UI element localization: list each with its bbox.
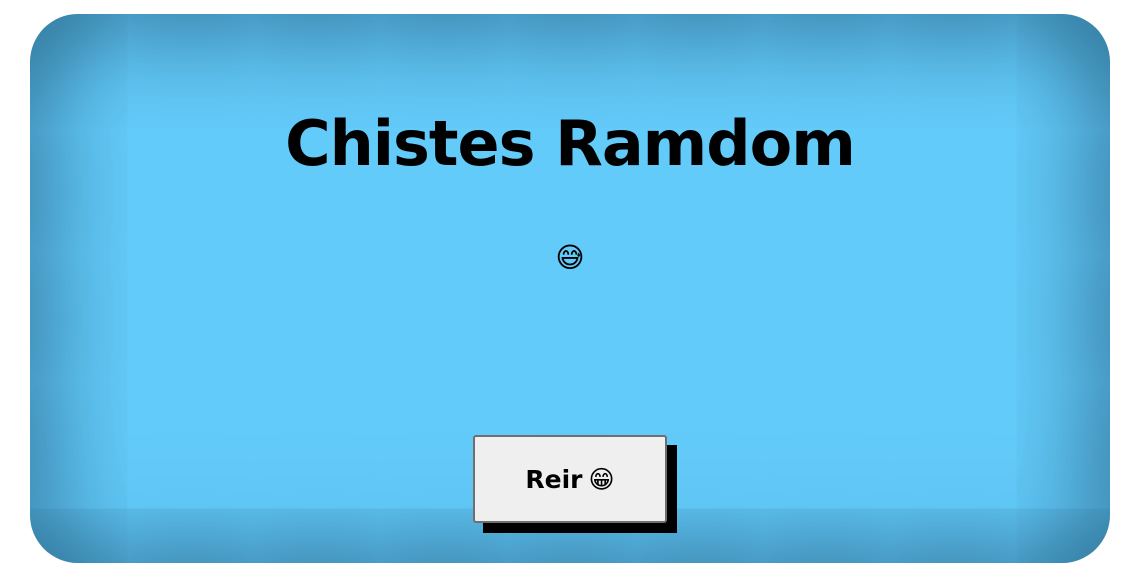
grin-emoji-icon: 😁 (588, 464, 615, 494)
page-title: Chistes Ramdom (285, 107, 856, 180)
laugh-button[interactable]: Reir 😁 (473, 435, 667, 523)
laugh-button-label: Reir (525, 464, 583, 494)
joke-card: Chistes Ramdom 😅 Reir 😁 (30, 14, 1110, 563)
joke-text: 😅 (555, 241, 585, 274)
